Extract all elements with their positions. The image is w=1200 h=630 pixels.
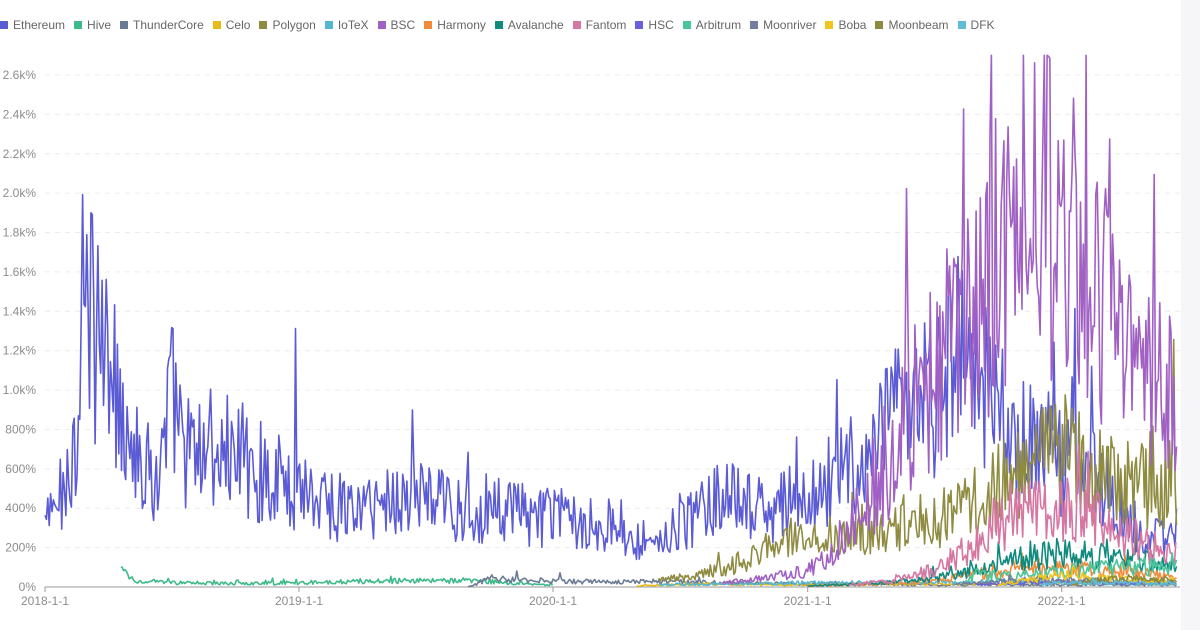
y-tick-label: 2.0k%	[3, 186, 37, 200]
series-group	[44, 54, 1178, 588]
series-line-polygon	[658, 338, 1178, 583]
scrollbar-track[interactable]	[1181, 0, 1200, 630]
y-tick-label: 2.6k%	[3, 68, 37, 82]
x-tick-label: 2018-1-1	[21, 594, 69, 608]
y-tick-label: 600%	[5, 462, 36, 476]
y-tick-label: 1.4k%	[3, 304, 37, 318]
y-tick-label: 800%	[5, 422, 36, 436]
y-tick-label: 400%	[5, 501, 36, 515]
x-tick-label: 2021-1-1	[784, 594, 832, 608]
y-tick-label: 1.8k%	[3, 226, 37, 240]
y-tick-label: 200%	[5, 541, 36, 555]
chart-frame: Ethereum Hive ThunderCore Celo Polygon IoTeX B…	[0, 0, 1200, 630]
y-tick-label: 1.2k%	[3, 344, 37, 358]
y-tick-label: 2.2k%	[3, 147, 37, 161]
y-tick-label: 1.6k%	[3, 265, 37, 279]
y-tick-label: 2.4k%	[3, 107, 37, 121]
x-tick-label: 2019-1-1	[275, 594, 323, 608]
y-tick-label: 1.0k%	[3, 383, 37, 397]
series-line-hive	[120, 566, 554, 587]
x-tick-label: 2020-1-1	[529, 594, 577, 608]
x-tick-label: 2022-1-1	[1038, 594, 1086, 608]
y-tick-label: 0%	[19, 580, 37, 594]
line-chart: 0% 200% 400% 600% 800% 1.0k% 1.2k% 1.4k% 1.6k% 1.…	[3, 54, 1180, 608]
